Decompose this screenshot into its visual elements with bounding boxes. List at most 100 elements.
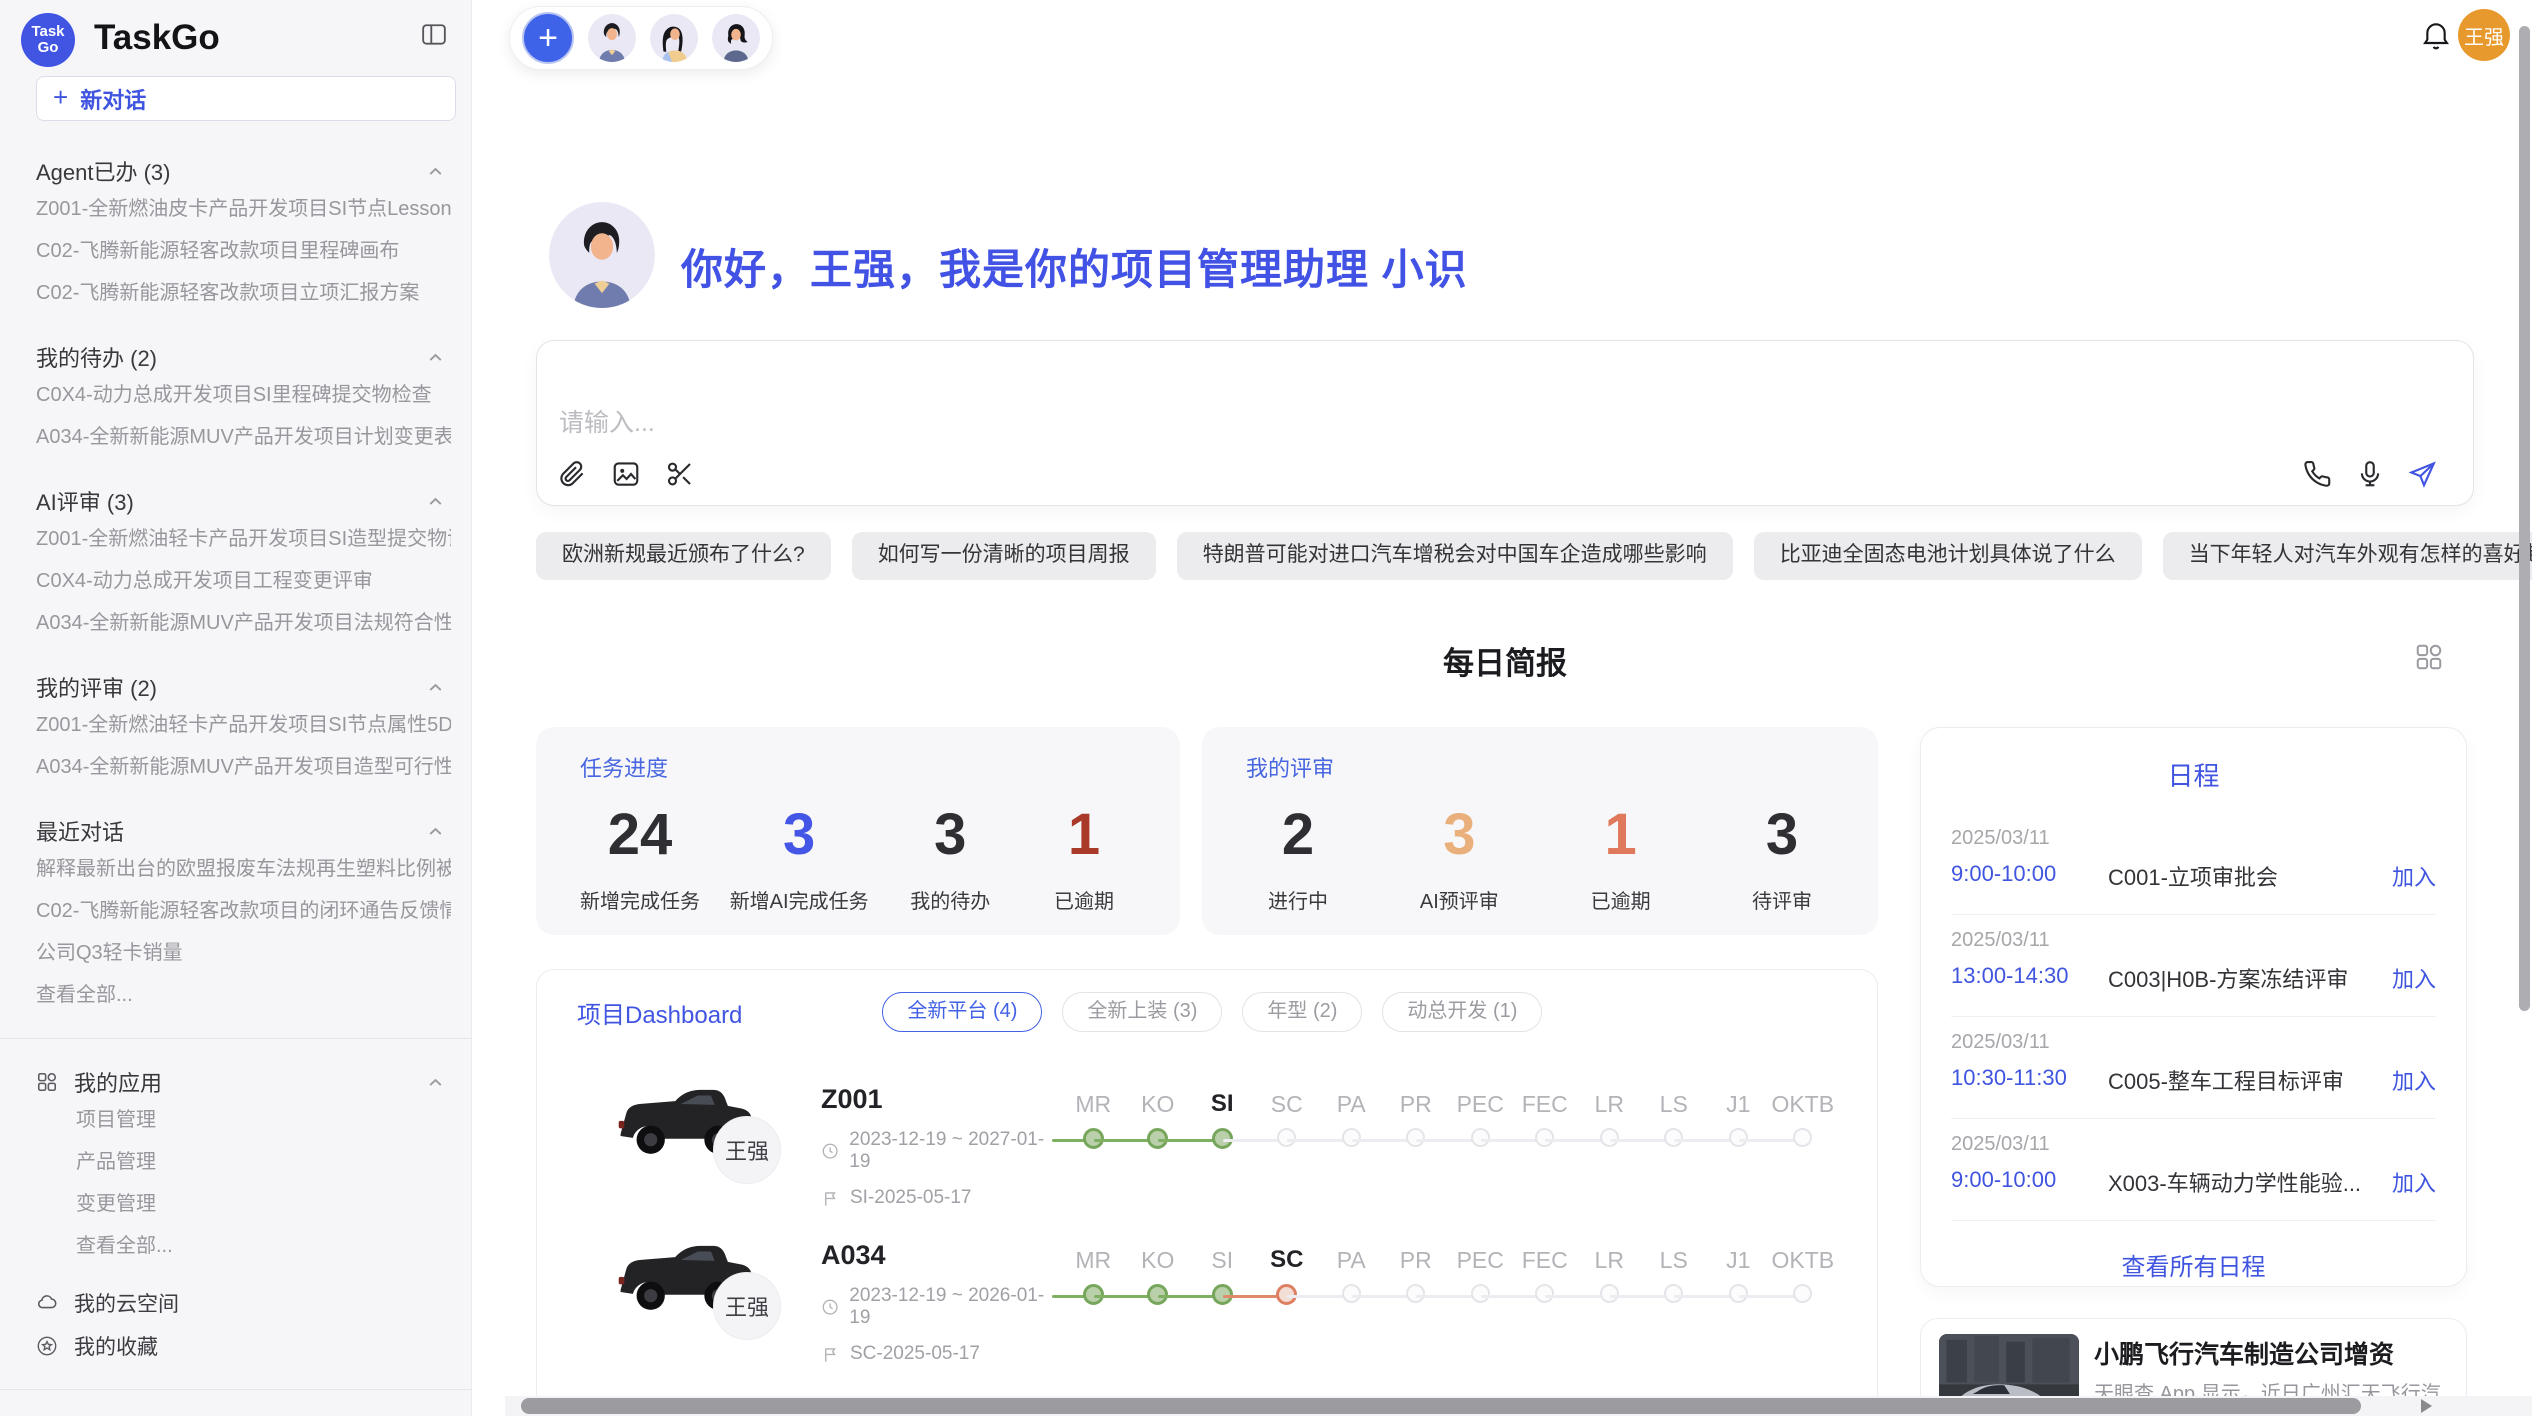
sidebar-item[interactable]: C02-飞腾新能源轻客改款项目里程碑画布 — [36, 230, 451, 272]
milestone-dot[interactable] — [1729, 1284, 1748, 1303]
sidebar-item[interactable]: Z001-全新燃油皮卡产品开发项目SI节点Lesson Learn报告 — [36, 188, 451, 230]
sidebar-item[interactable]: A034-全新新能源MUV产品开发项目法规符合性评审 — [36, 602, 451, 644]
stat-value: 3 — [1730, 799, 1834, 871]
scroll-right-arrow-icon[interactable] — [2421, 1399, 2432, 1413]
milestone-dot[interactable] — [1729, 1128, 1748, 1147]
milestone-dot[interactable] — [1664, 1284, 1683, 1303]
sidebar-section-header[interactable]: Agent已办 (3) — [36, 154, 451, 188]
sidebar-quick-link[interactable]: 我的收藏 — [36, 1324, 451, 1367]
sidebar-item[interactable]: C0X4-动力总成开发项目工程变更评审 — [36, 560, 451, 602]
suggestion-chip[interactable]: 比亚迪全固态电池计划具体说了什么 — [1754, 532, 2142, 580]
project-row[interactable]: 王强Z0012023-12-19 ~ 2027-01-19SI-2025-05-… — [537, 1054, 1877, 1206]
milestone-dot-area — [1448, 1284, 1513, 1312]
milestone-dot[interactable] — [1406, 1128, 1425, 1147]
logo-line-1: Task — [31, 24, 64, 40]
suggestion-chip[interactable]: 欧洲新规最近颁布了什么? — [536, 532, 831, 580]
clock-icon — [821, 1142, 839, 1161]
project-info: A0342023-12-19 ~ 2026-01-19SC-2025-05-17 — [821, 1240, 1057, 1365]
dashboard-filter-chip[interactable]: 年型 (2) — [1242, 992, 1362, 1032]
logo-line-2: Go — [38, 40, 59, 56]
milestone-dot[interactable] — [1406, 1284, 1425, 1303]
sidebar-app-item[interactable]: 查看全部... — [76, 1225, 451, 1267]
milestone: PR — [1384, 1246, 1449, 1312]
add-assistant-button[interactable]: + — [522, 12, 574, 64]
schedule-event: 2025/03/119:00-10:00C001-立项审批会加入 — [1951, 813, 2436, 915]
sidebar-section-title: 最近对话 — [36, 815, 124, 847]
sidebar-item[interactable]: C0X4-动力总成开发项目SI里程碑提交物检查 — [36, 374, 451, 416]
event-join-link[interactable]: 加入 — [2392, 860, 2436, 892]
briefing-layout-icon[interactable] — [2414, 642, 2444, 672]
sidebar-quick-link[interactable]: 我的云空间 — [36, 1281, 451, 1324]
event-join-link[interactable]: 加入 — [2392, 1064, 2436, 1096]
assistant-avatar-3[interactable] — [712, 14, 760, 62]
milestone-dot[interactable] — [1535, 1284, 1554, 1303]
sidebar-apps-header[interactable]: 我的应用 — [36, 1065, 451, 1099]
project-dates-text: 2023-12-19 ~ 2026-01-19 — [849, 1285, 1057, 1329]
dashboard-filter-chip[interactable]: 全新上装 (3) — [1062, 992, 1222, 1032]
milestone-label: FEC — [1513, 1090, 1578, 1118]
stat-value: 3 — [730, 799, 869, 871]
dashboard-filter-chip[interactable]: 动总开发 (1) — [1382, 992, 1542, 1032]
sidebar-item[interactable]: 查看全部... — [36, 974, 451, 1016]
milestone-dot[interactable] — [1664, 1128, 1683, 1147]
horizontal-scrollbar[interactable] — [505, 1396, 2532, 1416]
sidebar-item[interactable]: Z001-全新燃油轻卡产品开发项目SI节点属性5D文件评审 — [36, 704, 451, 746]
mic-icon[interactable] — [2355, 459, 2385, 489]
assistant-avatar-2[interactable] — [650, 14, 698, 62]
sidebar-section-header[interactable]: 最近对话 — [36, 814, 451, 848]
milestone-track: MRKOSISCPAPRPECFECLRLSJ1OKTB — [1061, 1090, 1835, 1156]
chat-input-box[interactable]: 请输入... — [536, 340, 2474, 506]
sidebar-item[interactable]: 解释最新出台的欧盟报废车法规再生塑料比例被调至15%... — [36, 848, 451, 890]
sidebar-app-item[interactable]: 变更管理 — [76, 1183, 451, 1225]
sidebar-section: Agent已办 (3) Z001-全新燃油皮卡产品开发项目SI节点Lesson … — [36, 154, 451, 314]
milestone-dot[interactable] — [1342, 1284, 1361, 1303]
milestone-label: J1 — [1706, 1090, 1771, 1118]
milestone-dot[interactable] — [1535, 1128, 1554, 1147]
milestone: OKTB — [1771, 1246, 1836, 1312]
event-join-link[interactable]: 加入 — [2392, 1166, 2436, 1198]
user-avatar[interactable]: 王强 — [2458, 9, 2510, 61]
sidebar-item[interactable]: A034-全新新能源MUV产品开发项目造型可行性评审 — [36, 746, 451, 788]
new-chat-button[interactable]: + 新对话 — [36, 76, 456, 121]
sidebar-item[interactable]: 公司Q3轻卡销量 — [36, 932, 451, 974]
stat-item: 3新增AI完成任务 — [730, 799, 869, 914]
suggestion-chip[interactable]: 当下年轻人对汽车外观有怎样的喜好趋势 — [2163, 532, 2532, 580]
milestone-dot[interactable] — [1277, 1128, 1296, 1147]
schedule-title: 日程 — [1951, 756, 2436, 793]
attach-icon[interactable] — [557, 459, 587, 489]
sidebar-collapse-icon[interactable] — [421, 22, 447, 46]
view-all-schedule-link[interactable]: 查看所有日程 — [1951, 1247, 2436, 1282]
milestone-dot[interactable] — [1471, 1284, 1490, 1303]
notification-bell-icon[interactable] — [2420, 19, 2452, 51]
sidebar-item[interactable]: A034-全新新能源MUV产品开发项目计划变更表编写 — [36, 416, 451, 458]
sidebar-item[interactable]: C02-飞腾新能源轻客改款项目的闭环通告反馈情况 — [36, 890, 451, 932]
sidebar-section-header[interactable]: AI评审 (3) — [36, 484, 451, 518]
suggestion-chip[interactable]: 如何写一份清晰的项目周报 — [852, 532, 1156, 580]
milestone-dot[interactable] — [1793, 1284, 1812, 1303]
sidebar-item[interactable]: C02-飞腾新能源轻客改款项目立项汇报方案 — [36, 272, 451, 314]
scissors-icon[interactable] — [665, 459, 695, 489]
sidebar-item[interactable]: Z001-全新燃油轻卡产品开发项目SI造型提交物评审 — [36, 518, 451, 560]
assistant-avatar-1[interactable] — [588, 14, 636, 62]
sidebar-section-header[interactable]: 我的待办 (2) — [36, 340, 451, 374]
phone-icon[interactable] — [2303, 459, 2333, 489]
event-join-link[interactable]: 加入 — [2392, 962, 2436, 994]
sidebar-section-header[interactable]: 我的评审 (2) — [36, 670, 451, 704]
horizontal-scrollbar-thumb[interactable] — [521, 1398, 2361, 1414]
sidebar-app-item[interactable]: 项目管理 — [76, 1099, 451, 1141]
suggestion-chip[interactable]: 特朗普可能对进口汽车增税会对中国车企造成哪些影响 — [1177, 532, 1733, 580]
send-icon[interactable] — [2407, 459, 2437, 489]
sidebar-app-item[interactable]: 产品管理 — [76, 1141, 451, 1183]
milestone-dot[interactable] — [1600, 1128, 1619, 1147]
milestone-dot[interactable] — [1600, 1284, 1619, 1303]
sidebar-tool-link[interactable]: AI超级员工 — [36, 1406, 451, 1416]
image-icon[interactable] — [611, 459, 641, 489]
milestone-dot[interactable] — [1342, 1128, 1361, 1147]
project-row[interactable]: 王强A0342023-12-19 ~ 2026-01-19SC-2025-05-… — [537, 1210, 1877, 1362]
dashboard-filter-chip[interactable]: 全新平台 (4) — [882, 992, 1042, 1032]
milestone-dot[interactable] — [1793, 1128, 1812, 1147]
vertical-scrollbar-thumb[interactable] — [2519, 26, 2530, 1011]
stat-value: 3 — [898, 799, 1002, 871]
milestone-dot[interactable] — [1471, 1128, 1490, 1147]
project-info: Z0012023-12-19 ~ 2027-01-19SI-2025-05-17 — [821, 1084, 1057, 1209]
